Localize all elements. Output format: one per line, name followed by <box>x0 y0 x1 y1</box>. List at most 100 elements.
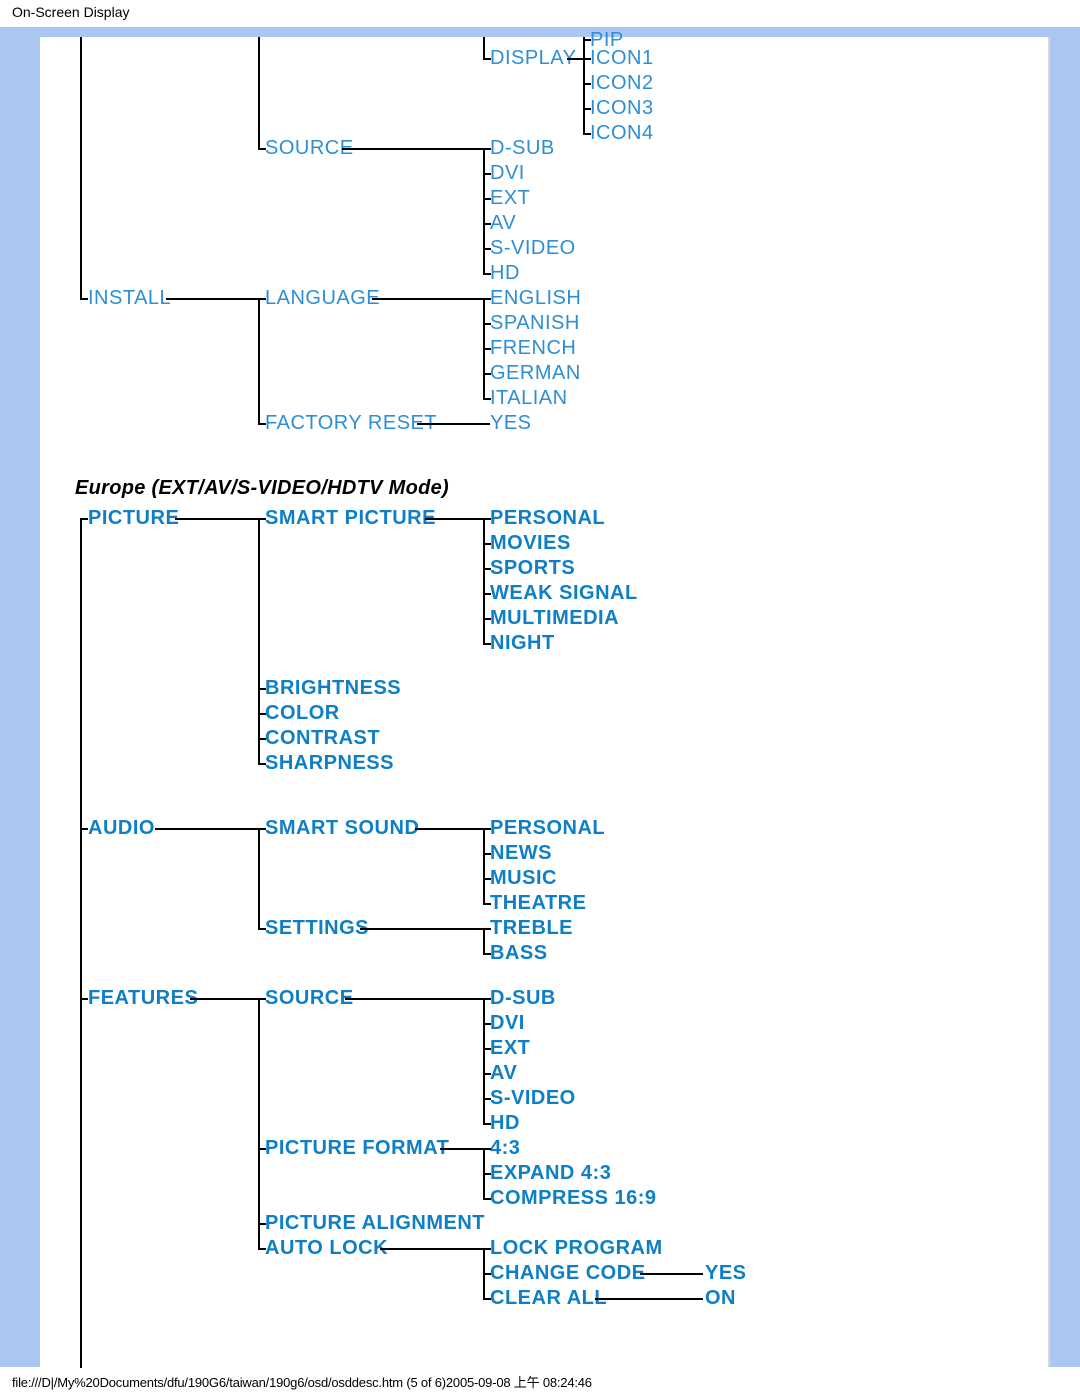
tree-line <box>567 58 583 60</box>
tree-node-italian: ITALIAN <box>490 387 568 410</box>
frame-left <box>0 27 40 1367</box>
tree-node-icon4: ICON4 <box>590 122 654 145</box>
tree-node-yes: YES <box>490 412 532 435</box>
tree-node-factory-reset: FACTORY RESET <box>265 412 437 435</box>
tree-line <box>342 148 483 150</box>
page-root: On-Screen Display PIP DISPLAY ICON1 ICON… <box>0 0 1080 1397</box>
tree-line <box>80 37 82 299</box>
tree-node-4-3: 4:3 <box>490 1137 520 1160</box>
tree-line <box>640 1273 703 1275</box>
tree-line <box>258 998 260 1249</box>
tree-node-treble: TREBLE <box>490 917 573 940</box>
tree-line <box>483 1073 491 1075</box>
tree-node-icon2: ICON2 <box>590 72 654 95</box>
tree-node-sports: SPORTS <box>490 557 575 580</box>
tree-line <box>258 928 266 930</box>
tree-line <box>483 37 485 59</box>
tree-line <box>483 1123 491 1125</box>
tree-line <box>175 518 258 520</box>
tree-line <box>415 828 483 830</box>
tree-node-night: NIGHT <box>490 632 555 655</box>
tree-line <box>483 1023 491 1025</box>
tree-line <box>258 298 260 424</box>
tree-node-theatre: THEATRE <box>490 892 586 915</box>
tree-line <box>483 1173 491 1175</box>
tree-line <box>483 223 491 225</box>
tree-node-hd: HD <box>490 262 520 285</box>
tree-line <box>483 828 485 904</box>
tree-line <box>258 828 260 929</box>
tree-line <box>258 37 260 149</box>
tree-node-on: ON <box>705 1287 736 1310</box>
tree-node-icon1: ICON1 <box>590 47 654 70</box>
tree-line <box>425 518 483 520</box>
tree-node-english: ENGLISH <box>490 287 581 310</box>
tree-line <box>583 58 591 60</box>
tree-node-yes2: YES <box>705 1262 747 1285</box>
tree-node-dsub: D-SUB <box>490 137 555 160</box>
tree-line <box>483 1273 491 1275</box>
tree-line <box>155 828 258 830</box>
tree-node-spanish: SPANISH <box>490 312 580 335</box>
tree-line <box>483 998 485 1124</box>
tree-node-contrast: CONTRAST <box>265 727 380 750</box>
tree-line <box>258 1148 266 1150</box>
tree-node-compress-16-9: COMPRESS 16:9 <box>490 1187 657 1210</box>
tree-node-display: DISPLAY <box>490 47 577 70</box>
tree-line <box>372 298 483 300</box>
tree-line <box>360 928 483 930</box>
tree-node-personal2: PERSONAL <box>490 817 605 840</box>
tree-node-av: AV <box>490 212 516 235</box>
content-area: PIP DISPLAY ICON1 ICON2 ICON3 ICON4 SOUR… <box>40 37 1050 1367</box>
tree-line <box>483 398 491 400</box>
tree-line <box>483 148 491 150</box>
tree-line <box>483 518 485 644</box>
tree-line <box>483 323 491 325</box>
tree-node-change-code: CHANGE CODE <box>490 1262 646 1285</box>
tree-line <box>258 738 266 740</box>
tree-line <box>345 998 483 1000</box>
tree-line <box>80 298 88 300</box>
tree-node-ext2: EXT <box>490 1037 530 1060</box>
tree-line <box>483 1048 491 1050</box>
tree-line <box>258 518 260 764</box>
tree-line <box>583 83 591 85</box>
tree-line <box>258 713 266 715</box>
tree-line <box>583 37 585 134</box>
tree-line <box>80 828 88 830</box>
tree-line <box>483 58 491 60</box>
tree-node-dsub2: D-SUB <box>490 987 556 1010</box>
tree-node-picture-format: PICTURE FORMAT <box>265 1137 449 1160</box>
tree-line <box>483 1298 491 1300</box>
tree-node-news: NEWS <box>490 842 552 865</box>
tree-line <box>258 298 266 300</box>
tree-node-expand-4-3: EXPAND 4:3 <box>490 1162 611 1185</box>
tree-line <box>258 148 266 150</box>
tree-node-source: SOURCE <box>265 137 354 160</box>
tree-line <box>595 1298 703 1300</box>
tree-line <box>80 518 88 520</box>
tree-line <box>483 543 491 545</box>
tree-node-german: GERMAN <box>490 362 581 385</box>
tree-node-picture: PICTURE <box>88 507 179 530</box>
tree-line <box>583 108 591 110</box>
tree-line <box>483 148 485 274</box>
tree-line <box>258 828 266 830</box>
tree-node-audio: AUDIO <box>88 817 155 840</box>
tree-node-icon3: ICON3 <box>590 97 654 120</box>
tree-line <box>483 518 491 520</box>
tree-line <box>258 423 266 425</box>
tree-node-sharpness: SHARPNESS <box>265 752 394 775</box>
tree-line <box>380 1248 483 1250</box>
tree-node-av2: AV <box>490 1062 517 1085</box>
tree-line <box>483 928 485 954</box>
tree-line <box>258 518 266 520</box>
tree-line <box>258 1248 266 1250</box>
tree-node-dvi: DVI <box>490 162 525 185</box>
tree-node-language: LANGUAGE <box>265 287 380 310</box>
tree-node-auto-lock: AUTO LOCK <box>265 1237 388 1260</box>
tree-node-personal: PERSONAL <box>490 507 605 530</box>
tree-node-picture-align: PICTURE ALIGNMENT <box>265 1212 485 1235</box>
tree-node-music: MUSIC <box>490 867 557 890</box>
tree-node-bass: BASS <box>490 942 548 965</box>
